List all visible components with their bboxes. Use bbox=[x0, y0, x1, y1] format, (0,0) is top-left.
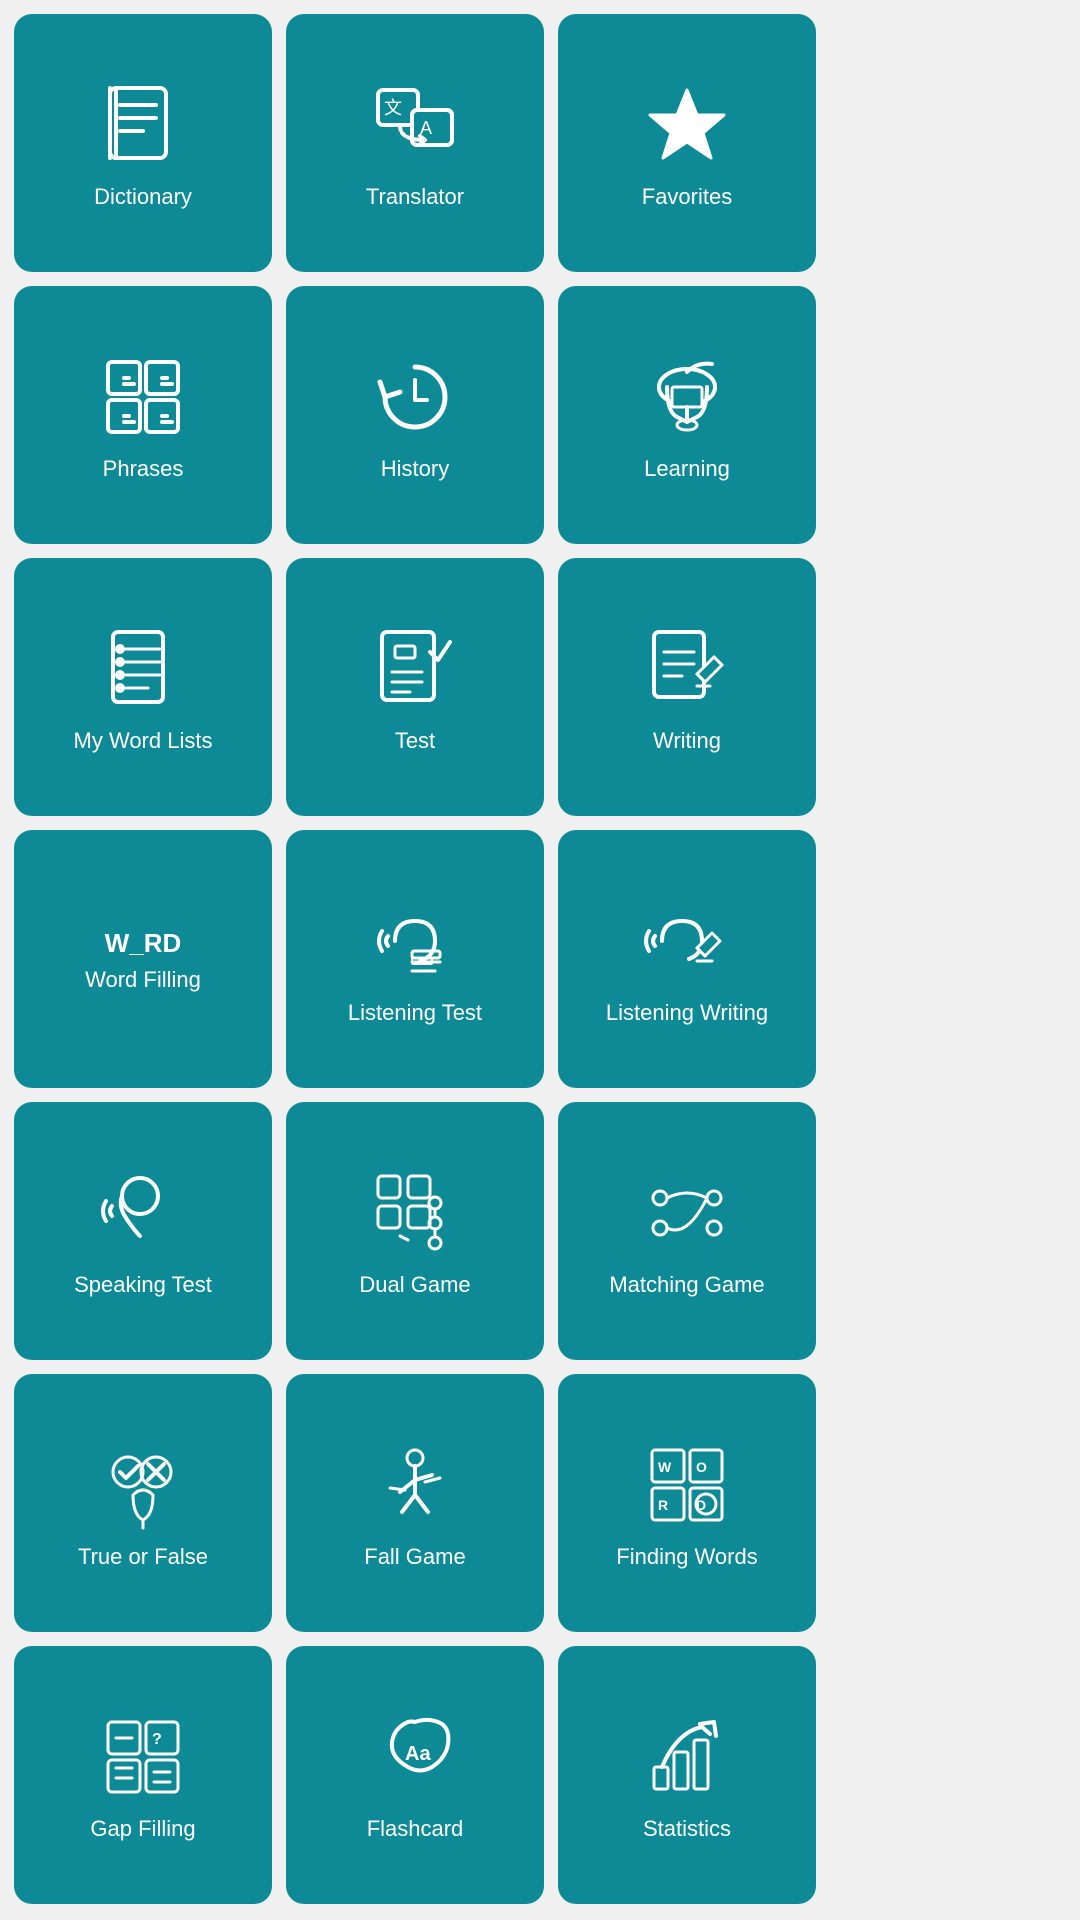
translator-icon: 文 A bbox=[370, 80, 460, 170]
tile-history[interactable]: History bbox=[286, 286, 544, 544]
favorites-icon bbox=[642, 80, 732, 170]
tile-label-history: History bbox=[381, 456, 449, 482]
tile-label-finding-words: Finding Words bbox=[616, 1544, 757, 1570]
svg-text:R: R bbox=[658, 1497, 668, 1513]
tile-label-phrases: Phrases bbox=[103, 456, 184, 482]
tile-fall-game[interactable]: Fall Game bbox=[286, 1374, 544, 1632]
listening-writing-icon bbox=[642, 896, 732, 986]
tile-label-writing: Writing bbox=[653, 728, 721, 754]
svg-text:?: ? bbox=[152, 1731, 162, 1748]
svg-text:Aa: Aa bbox=[405, 1743, 431, 1765]
tile-label-dictionary: Dictionary bbox=[94, 184, 192, 210]
tile-speaking-test[interactable]: Speaking Test bbox=[14, 1102, 272, 1360]
tile-finding-words[interactable]: W O R D Finding Words bbox=[558, 1374, 816, 1632]
tile-label-dual-game: Dual Game bbox=[359, 1272, 470, 1298]
tile-learning[interactable]: Learning bbox=[558, 286, 816, 544]
tile-dictionary[interactable]: Dictionary bbox=[14, 14, 272, 272]
tile-label-matching-game: Matching Game bbox=[609, 1272, 764, 1298]
speaking-test-icon bbox=[98, 1168, 188, 1258]
tile-label-speaking-test: Speaking Test bbox=[74, 1272, 212, 1298]
tile-flashcard[interactable]: Aa Flashcard bbox=[286, 1646, 544, 1904]
tile-test[interactable]: Test bbox=[286, 558, 544, 816]
tile-label-listening-test: Listening Test bbox=[348, 1000, 482, 1026]
history-icon bbox=[370, 352, 460, 442]
tile-dual-game[interactable]: Dual Game bbox=[286, 1102, 544, 1360]
tile-writing[interactable]: Writing bbox=[558, 558, 816, 816]
tile-label-learning: Learning bbox=[644, 456, 730, 482]
tile-label-fall-game: Fall Game bbox=[364, 1544, 465, 1570]
matching-game-icon bbox=[642, 1168, 732, 1258]
word-filling-text-icon: W_RD bbox=[105, 928, 182, 959]
my-word-lists-icon bbox=[98, 624, 188, 714]
finding-words-icon: W O R D bbox=[642, 1440, 732, 1530]
tile-listening-test[interactable]: Listening Test bbox=[286, 830, 544, 1088]
tile-label-translator: Translator bbox=[366, 184, 464, 210]
tile-word-filling[interactable]: W_RD Word Filling bbox=[14, 830, 272, 1088]
tile-phrases[interactable]: Phrases bbox=[14, 286, 272, 544]
flashcard-icon: Aa bbox=[370, 1712, 460, 1802]
gap-filling-icon: ? bbox=[98, 1712, 188, 1802]
dual-game-icon bbox=[370, 1168, 460, 1258]
statistics-icon bbox=[642, 1712, 732, 1802]
tile-label-true-or-false: True or False bbox=[78, 1544, 208, 1570]
tile-gap-filling[interactable]: ? Gap Filling bbox=[14, 1646, 272, 1904]
app-grid: Dictionary 文 A Translator Favorites bbox=[0, 0, 830, 1918]
tile-statistics[interactable]: Statistics bbox=[558, 1646, 816, 1904]
svg-text:文: 文 bbox=[384, 98, 402, 118]
tile-translator[interactable]: 文 A Translator bbox=[286, 14, 544, 272]
tile-label-my-word-lists: My Word Lists bbox=[74, 728, 213, 754]
fall-game-icon bbox=[370, 1440, 460, 1530]
tile-true-or-false[interactable]: True or False bbox=[14, 1374, 272, 1632]
tile-label-word-filling: Word Filling bbox=[85, 967, 201, 993]
tile-label-listening-writing: Listening Writing bbox=[606, 1000, 768, 1026]
phrases-icon bbox=[98, 352, 188, 442]
tile-matching-game[interactable]: Matching Game bbox=[558, 1102, 816, 1360]
tile-favorites[interactable]: Favorites bbox=[558, 14, 816, 272]
learning-icon bbox=[642, 352, 732, 442]
true-or-false-icon bbox=[98, 1440, 188, 1530]
tile-label-flashcard: Flashcard bbox=[367, 1816, 464, 1842]
tile-label-favorites: Favorites bbox=[642, 184, 732, 210]
svg-text:O: O bbox=[696, 1459, 707, 1475]
writing-icon bbox=[642, 624, 732, 714]
tile-listening-writing[interactable]: Listening Writing bbox=[558, 830, 816, 1088]
dictionary-icon bbox=[98, 80, 188, 170]
listening-test-icon bbox=[370, 896, 460, 986]
tile-my-word-lists[interactable]: My Word Lists bbox=[14, 558, 272, 816]
test-icon bbox=[370, 624, 460, 714]
tile-label-gap-filling: Gap Filling bbox=[90, 1816, 195, 1842]
svg-text:W: W bbox=[658, 1459, 672, 1475]
tile-label-statistics: Statistics bbox=[643, 1816, 731, 1842]
tile-label-test: Test bbox=[395, 728, 435, 754]
